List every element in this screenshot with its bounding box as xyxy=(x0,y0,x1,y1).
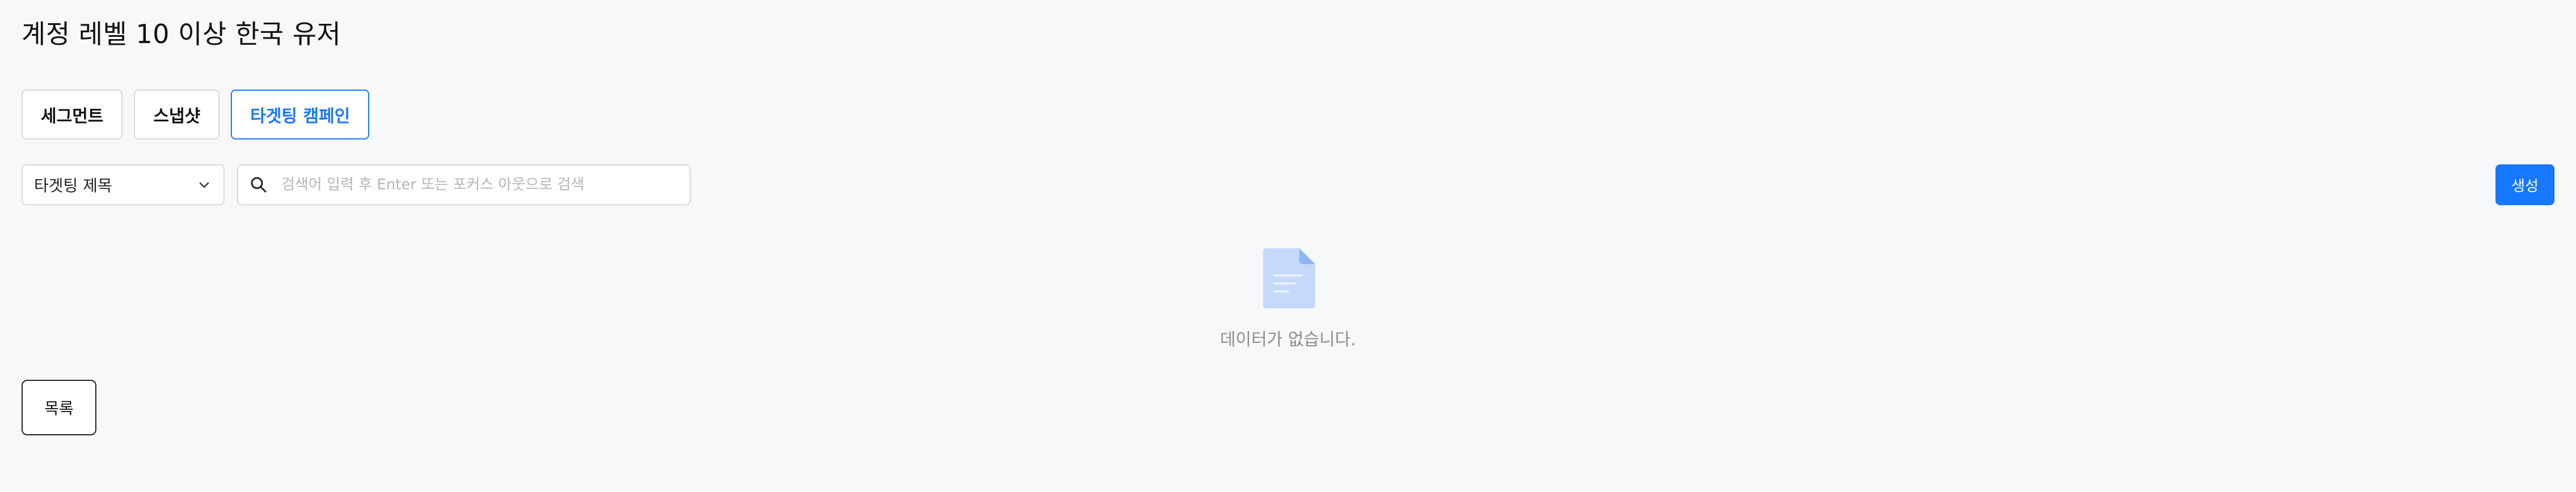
empty-state: 데이터가 없습니다. xyxy=(0,248,2576,350)
tab-snapshot[interactable]: 스냅샷 xyxy=(134,90,220,139)
search-field-select-value: 타겟팅 제목 xyxy=(34,176,112,195)
tab-bar: 세그먼트 스냅샷 타겟팅 캠페인 xyxy=(22,90,370,139)
page-root: 계정 레벨 10 이상 한국 유저 세그먼트 스냅샷 타겟팅 캠페인 타겟팅 제… xyxy=(0,0,2576,492)
search-icon xyxy=(248,175,269,195)
search-input[interactable] xyxy=(280,176,679,194)
tab-targeting-campaign[interactable]: 타겟팅 캠페인 xyxy=(231,90,370,139)
toolbar: 타겟팅 제목 생성 xyxy=(22,164,2554,205)
list-button[interactable]: 목록 xyxy=(22,380,96,435)
page-title: 계정 레벨 10 이상 한국 유저 xyxy=(22,19,341,49)
document-icon xyxy=(1263,248,1315,308)
search-box xyxy=(237,164,691,205)
search-field-select[interactable]: 타겟팅 제목 xyxy=(22,164,225,205)
empty-message: 데이터가 없습니다. xyxy=(1220,330,1356,350)
tab-segment[interactable]: 세그먼트 xyxy=(22,90,123,139)
create-button[interactable]: 생성 xyxy=(2495,164,2554,205)
chevron-down-icon xyxy=(196,177,212,193)
